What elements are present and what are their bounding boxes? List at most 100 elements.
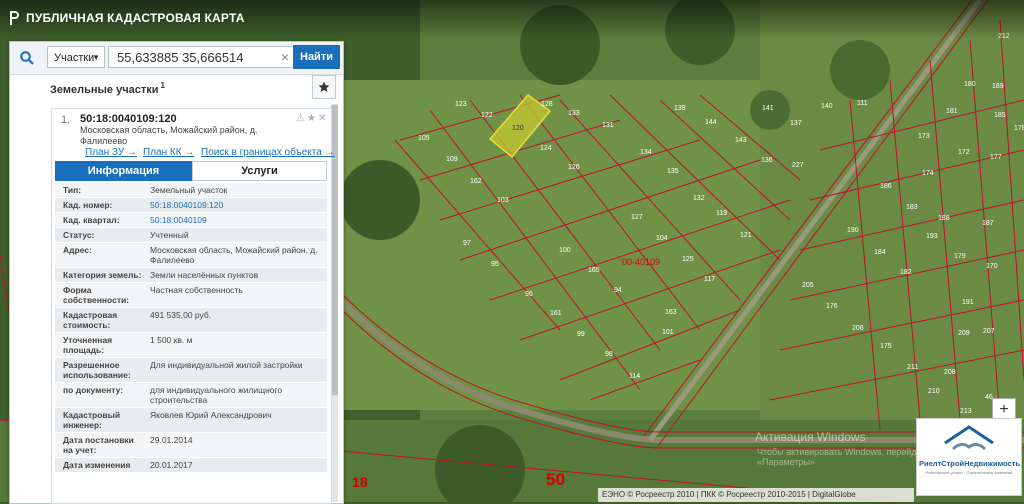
info-label: Кад. номер: [63,200,113,210]
info-label: Кадастровый инженер: [63,410,121,430]
info-value: Для индивидуальной жилой застройки [150,360,303,370]
parcel-label: 128 [541,101,553,108]
info-row: Разрешенное использование: Для индивидуал… [55,358,327,383]
search-bounds-link[interactable]: Поиск в границах объекта → [201,147,335,158]
parcel-label: 183 [906,204,918,211]
parcel-label: 100 [559,247,571,254]
card-actions: ⚠★✕ [296,113,328,124]
plan-kk-link[interactable]: План КК → [143,147,194,158]
favorite-button[interactable] [312,75,336,99]
info-value: 29.01.2014 [150,435,193,445]
parcel-label: 96 [525,291,533,298]
parcel-label: 120 [512,125,524,132]
parcel-label: 103 [497,197,509,204]
close-icon[interactable]: ✕ [318,113,328,124]
parcel-label: 179 [954,253,966,260]
search-icon [20,51,34,65]
star-outline-icon[interactable]: ★ [307,113,318,124]
parcel-label: 111 [857,100,868,107]
info-value: Земельный участок [150,185,228,195]
parcel-label: 140 [821,103,833,110]
parcel-label: 180 [964,81,976,88]
info-value: Частная собственность [150,285,243,295]
info-table: Тип: Земельный участок Кад. номер: 50:18:00… [55,183,327,473]
app-logo[interactable]: ПУБЛИЧНАЯ КАДАСТРОВАЯ КАРТА [8,10,245,26]
tab-information[interactable]: Информация [55,161,192,181]
parcel-label: 189 [992,83,1004,90]
star-icon [318,81,330,92]
parcel-label: 123 [455,101,467,108]
parcel-label: 185 [994,112,1006,119]
parcel-label: 124 [540,145,552,152]
parcel-label: 143 [735,137,747,144]
info-row: Дата изменения 20.01.2017 [55,458,327,473]
activation-watermark-title: Активация Windows [755,430,866,444]
parcel-label: 126 [568,164,580,171]
parcel-label: 132 [693,195,705,202]
house-handshake-icon [944,425,994,451]
district-number-right: 50 [546,470,565,489]
plan-zu-link[interactable]: План ЗУ → [85,147,137,158]
clear-icon[interactable]: × [281,46,289,68]
info-row: по документу: для индивидуального жилищно… [55,383,327,408]
parcel-label: 182 [900,269,912,276]
find-button[interactable]: Найти [293,45,340,69]
parcel-label: 94 [614,287,622,294]
parcel-label: 184 [874,249,886,256]
info-row: Статус: Учтенный [55,228,327,243]
info-value[interactable]: 50:18:0040109 [146,213,327,227]
field-area [340,80,780,410]
tab-services[interactable]: Услуги [192,161,327,181]
parcel-label: 125 [682,256,694,263]
search-toggle-button[interactable] [10,42,44,74]
info-row: Категория земель: Земли населённых пункто… [55,268,327,283]
parcel-label: 187 [982,220,994,227]
parcel-label: 188 [938,215,950,222]
info-label: Разрешенное использование: [63,360,131,380]
tree-cluster [830,40,890,100]
search-bar: Участки ▼ 55,633885 35,666514 × Найти [10,42,343,75]
parcel-label: 114 [629,373,640,380]
parcel-label: 162 [470,178,482,185]
pkk-logo-icon [10,11,19,25]
info-row: Форма собственности: Частная собственност… [55,283,327,308]
results-count: 1 [160,81,165,90]
brand-subtitle: Риелторские услуги · Строительные компан… [925,470,1013,475]
warning-icon[interactable]: ⚠ [296,113,307,124]
parcel-label: 131 [602,122,614,129]
info-label: Адрес: [63,245,92,255]
parcel-label: 119 [716,210,727,217]
search-input[interactable]: 55,633885 35,666514 [108,46,294,68]
result-number: 1. [61,114,71,126]
info-value: Яковлев Юрий Александрович [150,410,272,420]
parcel-label: 122 [481,112,493,119]
object-type-value: Участки [54,52,95,64]
info-label: Уточненная площадь: [63,335,113,355]
object-type-select[interactable]: Участки ▼ [47,46,105,68]
parcel-label: 137 [790,120,802,127]
parcel-label: 181 [946,108,958,115]
parcel-label: 174 [922,170,934,177]
parcel-label: 101 [662,329,674,336]
info-value: 1 500 кв. м [150,335,193,345]
info-row: Адрес: Московская область, Можайский райо… [55,243,327,268]
info-row: Кадастровая стоимость: 491 535,00 руб. [55,308,327,333]
result-address: Московская область, Можайский район, д. … [80,125,258,146]
parcel-label: 209 [958,330,970,337]
parcel-label: 191 [962,299,974,306]
top-bar: ПУБЛИЧНАЯ КАДАСТРОВАЯ КАРТА [0,0,1024,40]
info-label: Дата изменения [63,460,131,470]
parcel-label: 134 [640,149,652,156]
info-value: Московская область, Можайский район, д. … [150,245,318,265]
result-cadnum[interactable]: 50:18:0040109:120 [80,113,177,125]
info-row: Дата постановки на учет: 29.01.2014 [55,433,327,458]
parcel-label: 121 [740,232,752,239]
parcel-label: 117 [704,276,715,283]
info-value[interactable]: 50:18:0040109:120 [146,198,327,212]
info-label: Статус: [63,230,95,240]
parcel-label: 161 [550,310,562,317]
parcel-label: 98 [605,351,613,358]
parcel-label: 210 [928,388,940,395]
parcel-label: 139 [674,105,686,112]
info-value: 20.01.2017 [150,460,193,470]
